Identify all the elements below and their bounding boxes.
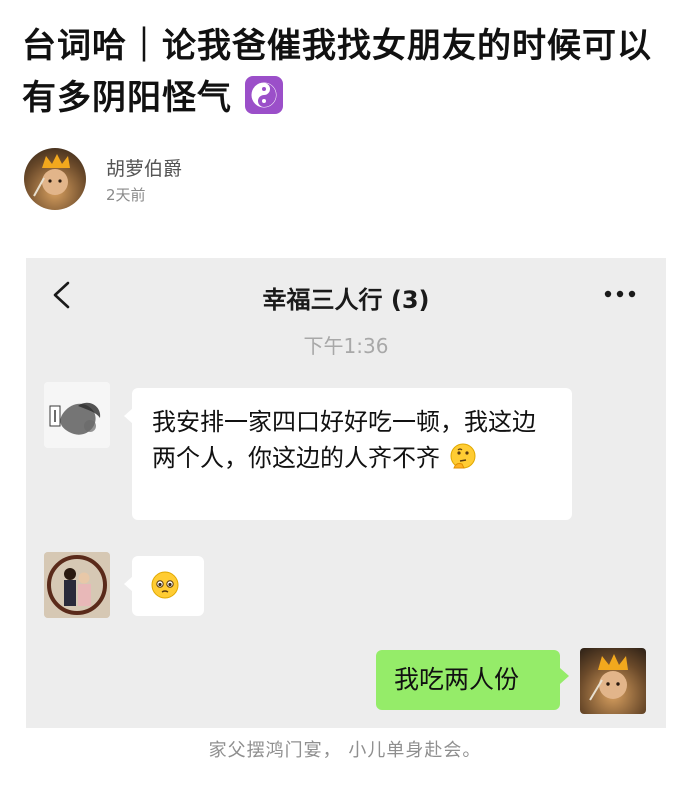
message-text: 我安排一家四口好好吃一顿，我这边两个人，你这边的人齐不齐: [152, 408, 536, 472]
chat-header: 幸福三人行 (3): [26, 258, 666, 332]
chat-screenshot: 幸福三人行 (3) 下午1:36 我安排一家四口好好吃一顿，我这边两个人，你这边…: [26, 258, 666, 728]
more-dots-icon[interactable]: [602, 288, 638, 300]
message-bubble-incoming[interactable]: 我安排一家四口好好吃一顿，我这边两个人，你这边的人齐不齐: [132, 388, 572, 520]
post-title: 台词哈｜论我爸催我找女朋友的时候可以有多阴阳怪气: [22, 20, 672, 124]
yin-yang-icon: [244, 76, 283, 114]
post-caption: 家父摆鸿门宴， 小儿单身赴会。: [208, 740, 482, 761]
post-title-text: 台词哈｜论我爸催我找女朋友的时候可以有多阴阳怪气: [22, 26, 652, 118]
post-time: 2天前: [106, 186, 146, 204]
author-avatar[interactable]: [24, 148, 86, 210]
author-name[interactable]: 胡萝伯爵: [106, 154, 182, 181]
couple-photo-avatar[interactable]: [44, 552, 110, 618]
author-row[interactable]: 胡萝伯爵 2天前: [24, 148, 324, 210]
pleading-face-icon: [150, 570, 180, 600]
message-bubble-outgoing[interactable]: 我吃两人份: [376, 650, 560, 710]
thinking-face-icon: [448, 442, 478, 472]
crown-kid-avatar[interactable]: [580, 648, 646, 714]
bubble-tail: [560, 668, 569, 684]
chat-title: 幸福三人行 (3): [262, 286, 430, 314]
post-page: 台词哈｜论我爸催我找女朋友的时候可以有多阴阳怪气 胡萝伯爵 2天前 幸福三人行 …: [0, 0, 690, 785]
chat-timestamp: 下午1:36: [303, 334, 389, 358]
message-text: 我吃两人份: [394, 665, 520, 694]
message-bubble-incoming[interactable]: [132, 556, 204, 616]
ink-painting-avatar[interactable]: [44, 382, 110, 448]
